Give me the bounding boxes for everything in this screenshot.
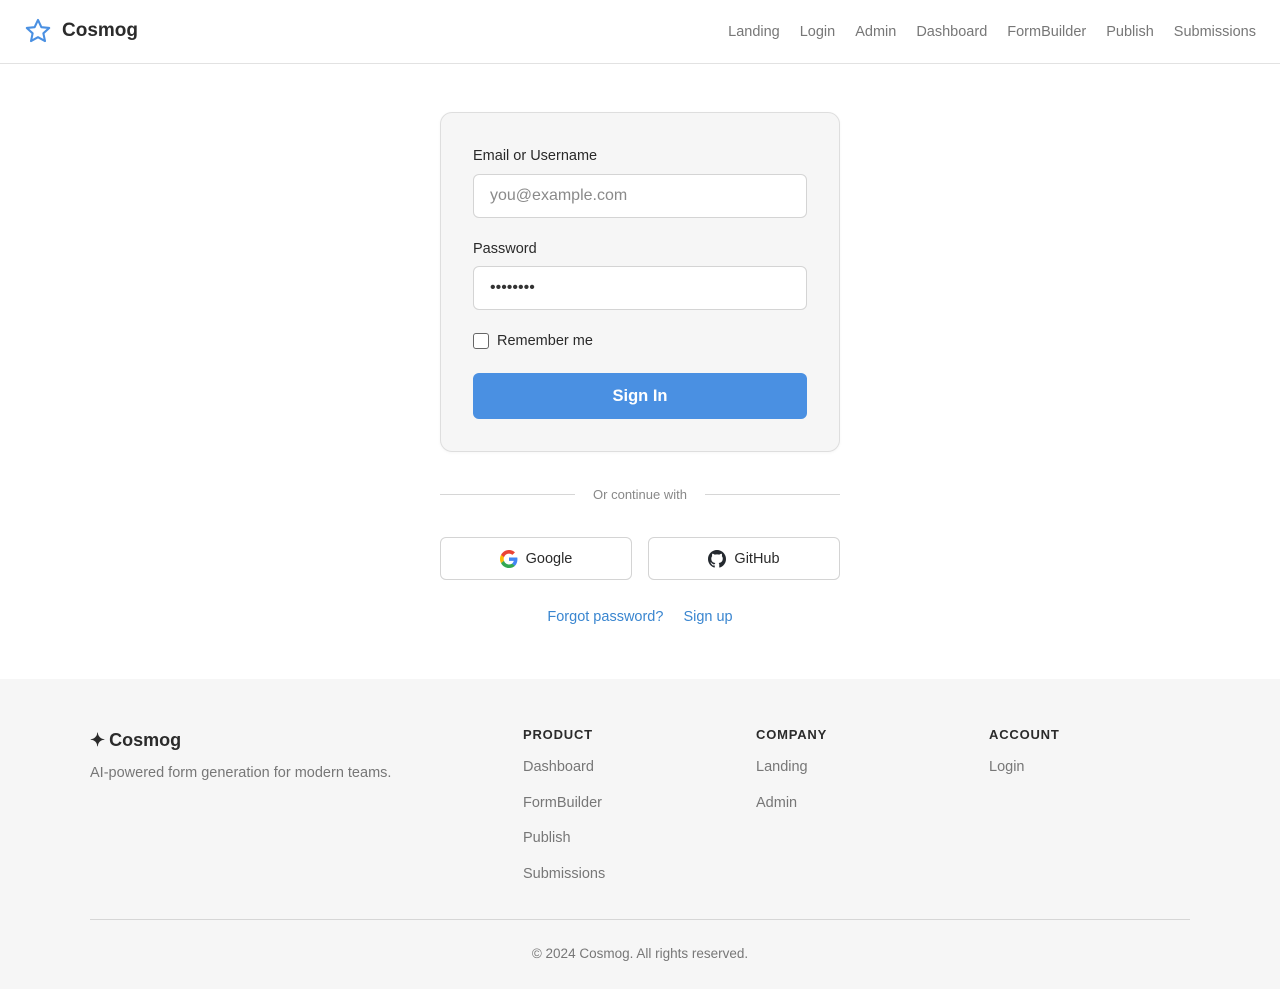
footer-heading-product: PRODUCT [523, 727, 593, 742]
nav-link-dashboard[interactable]: Dashboard [916, 22, 987, 42]
footer-copyright: © 2024 Cosmog. All rights reserved. [531, 946, 749, 961]
nav-link-admin[interactable]: Admin [855, 22, 896, 42]
divider-text: Or continue with [593, 487, 687, 502]
nav-link-publish[interactable]: Publish [1106, 22, 1154, 42]
password-field[interactable] [473, 266, 807, 310]
forgot-password-link[interactable]: Forgot password? [547, 609, 663, 625]
brand-logo[interactable]: Cosmog [24, 17, 138, 45]
brand-name: Cosmog [62, 20, 138, 41]
site-footer: ✦ Cosmog AI-powered form generation for … [0, 679, 1280, 989]
email-field[interactable] [473, 174, 807, 218]
remember-me-checkbox[interactable] [473, 333, 489, 349]
sign-in-button[interactable]: Sign In [473, 373, 807, 419]
footer-tagline: AI-powered form generation for modern te… [90, 765, 392, 781]
google-icon [499, 549, 518, 568]
star-logo-icon [25, 18, 51, 43]
footer-divider [90, 919, 1190, 920]
nav-link-login[interactable]: Login [800, 22, 835, 42]
remember-me-label: Remember me [497, 333, 593, 349]
github-icon [708, 549, 727, 568]
remember-me-toggle[interactable]: Remember me [473, 333, 593, 349]
footer-brand: ✦ Cosmog [90, 730, 181, 751]
nav-link-submissions[interactable]: Submissions [1174, 22, 1256, 42]
github-label: GitHub [734, 550, 780, 567]
footer-heading-account: ACCOUNT [989, 727, 1060, 742]
google-label: Google [525, 550, 573, 567]
footer-link-dashboard[interactable]: Dashboard [523, 757, 605, 777]
login-card: Email or Username Password Remember me S… [440, 112, 840, 452]
google-sign-in-button[interactable]: Google [440, 537, 632, 580]
top-header: Cosmog Landing Login Admin Dashboard For… [0, 0, 1280, 64]
password-label: Password [473, 241, 537, 257]
sparkle-icon: ✦ [90, 730, 106, 750]
auth-links: Forgot password? Sign up [440, 609, 840, 625]
divider-line-right [705, 494, 840, 495]
footer-link-landing[interactable]: Landing [756, 757, 827, 777]
top-nav: Landing Login Admin Dashboard FormBuilde… [708, 22, 1256, 42]
footer-link-publish[interactable]: Publish [523, 828, 605, 848]
footer-heading-company: COMPANY [756, 727, 828, 742]
footer-link-admin[interactable]: Admin [756, 793, 827, 813]
footer-brand-name: Cosmog [109, 730, 182, 750]
nav-link-landing[interactable]: Landing [728, 22, 780, 42]
github-sign-in-button[interactable]: GitHub [648, 537, 840, 580]
sign-up-link[interactable]: Sign up [683, 609, 732, 625]
footer-link-submissions[interactable]: Submissions [523, 864, 605, 884]
email-label: Email or Username [473, 148, 598, 164]
footer-link-login[interactable]: Login [989, 757, 1060, 777]
or-divider: Or continue with [440, 486, 840, 504]
nav-link-formbuilder[interactable]: FormBuilder [1007, 22, 1086, 42]
footer-column-product: PRODUCT Dashboard FormBuilder Publish Su… [523, 727, 605, 884]
footer-link-formbuilder[interactable]: FormBuilder [523, 793, 605, 813]
footer-column-account: ACCOUNT Login [989, 727, 1060, 777]
footer-column-company: COMPANY Landing Admin [756, 727, 827, 813]
